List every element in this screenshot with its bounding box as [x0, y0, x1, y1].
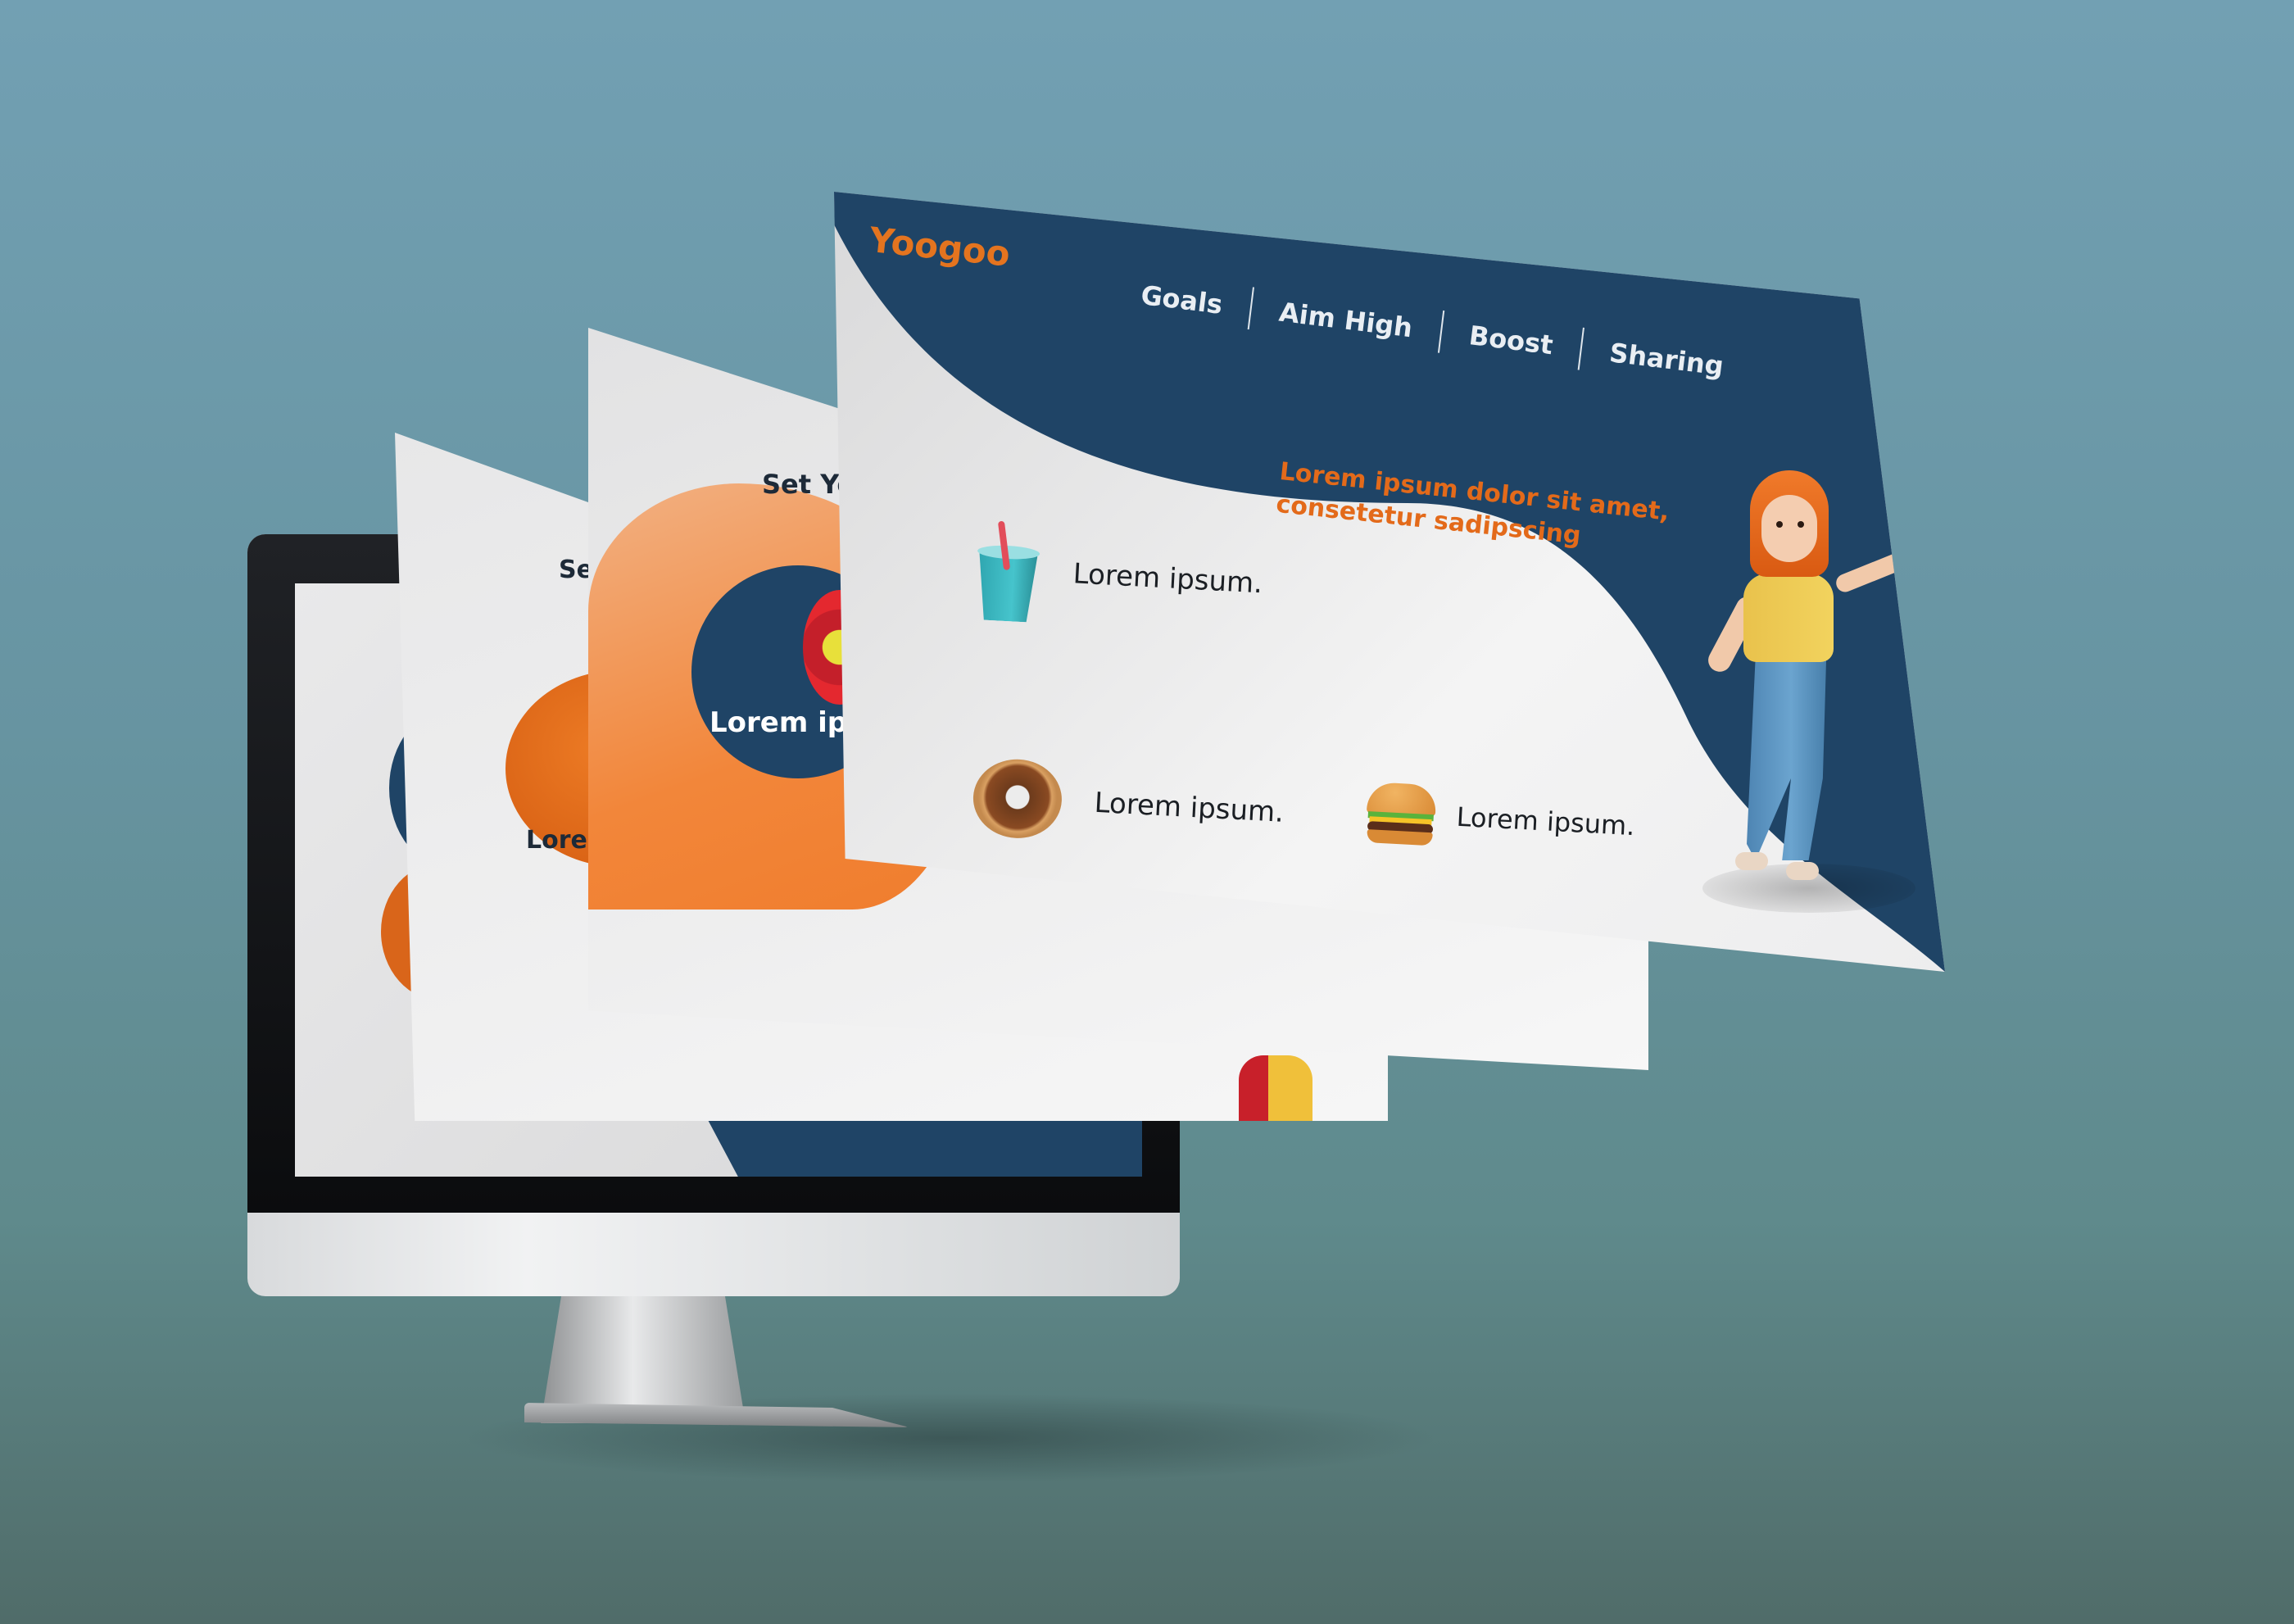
feature-text: Lorem ipsum.	[1455, 801, 1636, 842]
burger-icon	[1365, 782, 1437, 846]
feature-text: Lorem ipsum.	[1093, 786, 1285, 829]
feature-text: Lorem ipsum.	[1072, 557, 1264, 601]
nav-divider	[1437, 310, 1444, 353]
nav-item-sharing[interactable]: Sharing	[1607, 337, 1725, 382]
middle-slide-label: Lorem ips	[710, 706, 864, 739]
donut-icon	[971, 757, 1064, 841]
front-slide[interactable]: Yoogoo Goals Aim High Boost Sharing Lore…	[834, 192, 1945, 972]
drink-cup-icon	[972, 519, 1043, 621]
feature-item: Lorem ipsum.	[971, 757, 1285, 852]
back-slide-title: Se	[559, 556, 593, 584]
character-illustration	[1704, 470, 1925, 896]
nav-divider	[1577, 327, 1585, 370]
nav-divider	[1247, 287, 1254, 330]
nav-item-boost[interactable]: Boost	[1467, 320, 1555, 361]
feature-item: Lorem ipsum.	[972, 519, 1265, 633]
back-slide-character	[1239, 1055, 1312, 1121]
nav-item-goals[interactable]: Goals	[1140, 279, 1225, 320]
